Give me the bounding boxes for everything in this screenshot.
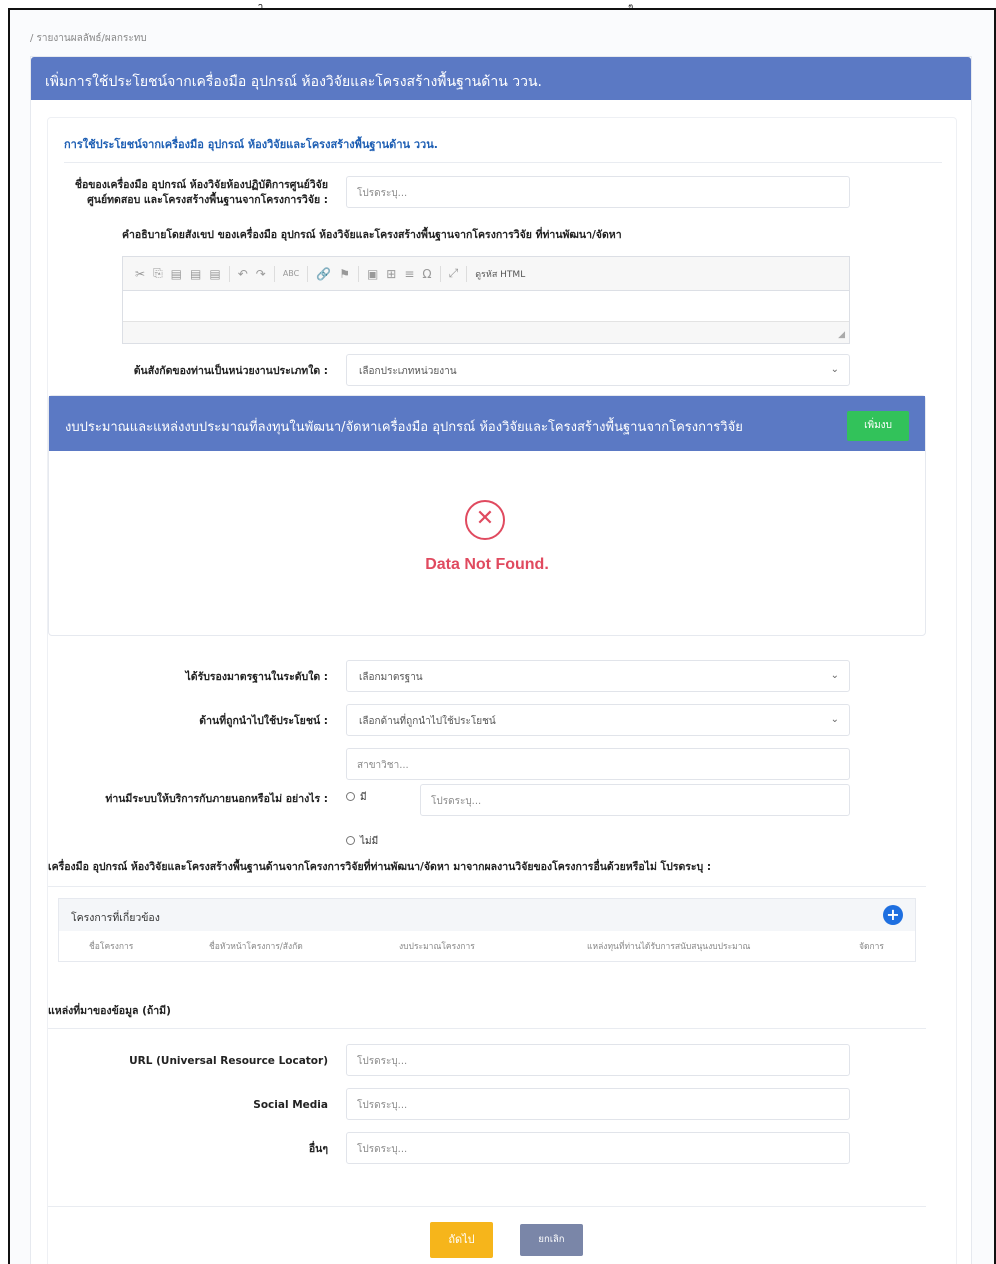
radio-circle-icon xyxy=(346,792,355,801)
standard-value: เลือกมาตรฐาน xyxy=(359,672,423,683)
affiliation-label: ต้นสังกัดของท่านเป็นหน่วยงานประเภทใด : xyxy=(133,365,328,377)
other-label: อื่นๆ xyxy=(308,1143,328,1155)
equipment-name-label-line2: ศูนย์ทดสอบ และโครงสร้างพื้นฐานจากโครงการ… xyxy=(87,194,328,206)
toolbar-separator xyxy=(273,265,275,282)
usage-value: เลือกด้านที่ถูกนำไปใช้ประโยชน์ xyxy=(359,716,496,727)
toolbar-separator xyxy=(228,265,230,282)
service-yes-radio[interactable]: มี xyxy=(346,790,367,805)
service-label: ท่านมีระบบให้บริการกับภายนอกหรือไม่ อย่า… xyxy=(105,793,328,805)
related-projects-header: โครงการที่เกี่ยวข้อง + xyxy=(59,899,915,931)
source-button[interactable]: ดูรหัส HTML xyxy=(475,267,525,281)
branch-input[interactable]: สาขาวิชา... xyxy=(346,748,850,780)
breadcrumb[interactable]: / รายงานผลลัพธ์/ผลกระทบ xyxy=(30,31,147,46)
related-project-question: เครื่องมือ อุปกรณ์ ห้องวิจัยและโครงสร้าง… xyxy=(48,861,712,873)
copy-icon[interactable]: ⎘ xyxy=(153,266,163,281)
standard-select[interactable]: เลือกมาตรฐาน ⌄ xyxy=(346,660,850,692)
undo-icon[interactable]: ↶ xyxy=(238,267,248,281)
paste-text-icon[interactable]: ▤ xyxy=(190,267,201,281)
form-panel: เพิ่มการใช้ประโยชน์จากเครื่องมือ อุปกรณ์… xyxy=(30,56,972,1264)
url-label: URL (Universal Resource Locator) xyxy=(129,1055,328,1067)
affiliation-select[interactable]: เลือกประเภทหน่วยงาน ⌄ xyxy=(346,354,850,386)
special-char-icon[interactable]: Ω xyxy=(422,267,431,281)
equipment-name-label-line1: ชื่อของเครื่องมือ อุปกรณ์ ห้องวิจัยห้องป… xyxy=(74,179,328,191)
social-media-label: Social Media xyxy=(253,1099,328,1111)
link-icon[interactable]: 🔗 xyxy=(316,267,331,281)
column-header: ชื่อหัวหน้าโครงการ/สังกัด xyxy=(209,942,303,952)
divider xyxy=(48,1206,926,1207)
related-projects-title: โครงการที่เกี่ยวข้อง xyxy=(71,912,160,924)
toolbar-separator xyxy=(466,265,468,282)
editor-statusbar: ◢ xyxy=(123,321,849,343)
service-detail-input[interactable]: โปรดระบุ... xyxy=(420,784,850,816)
chevron-down-icon: ⌄ xyxy=(830,364,839,375)
section-title: การใช้ประโยชน์จากเครื่องมือ อุปกรณ์ ห้อง… xyxy=(64,138,438,151)
chevron-down-icon: ⌄ xyxy=(830,670,839,681)
equipment-name-input[interactable]: โปรดระบุ... xyxy=(346,176,850,208)
service-no-label: ไม่มี xyxy=(360,836,379,847)
divider xyxy=(48,1028,926,1029)
redo-icon[interactable]: ↷ xyxy=(256,267,266,281)
column-header: งบประมาณโครงการ xyxy=(399,942,475,952)
table-icon[interactable]: ⊞ xyxy=(386,267,396,281)
add-budget-button[interactable]: เพิ่มงบ xyxy=(847,411,909,441)
column-header: จัดการ xyxy=(859,942,884,952)
budget-title: งบประมาณและแหล่งงบประมาณที่ลงทุนในพัฒนา/… xyxy=(65,420,743,435)
social-media-input[interactable]: โปรดระบุ... xyxy=(346,1088,850,1120)
description-label: คำอธิบายโดยสังเขป ของเครื่องมือ อุปกรณ์ … xyxy=(122,229,622,241)
related-projects-table: โครงการที่เกี่ยวข้อง + ชื่อโครงการ ชื่อห… xyxy=(58,898,916,962)
image-icon[interactable]: ▣ xyxy=(367,267,378,281)
url-input[interactable]: โปรดระบุ... xyxy=(346,1044,850,1076)
toolbar-separator xyxy=(357,265,359,282)
empty-state-text: Data Not Found. xyxy=(425,556,549,573)
divider xyxy=(48,886,926,887)
editor-toolbar: ✂ ⎘ ▤ ▤ ▤ ↶ ↷ ABC 🔗 ⚑ ▣ ⊞ ≡ Ω ⤢ ดูรหัส H… xyxy=(123,257,849,291)
rich-text-editor[interactable]: ✂ ⎘ ▤ ▤ ▤ ↶ ↷ ABC 🔗 ⚑ ▣ ⊞ ≡ Ω ⤢ ดูรหัส H… xyxy=(122,256,850,344)
paste-word-icon[interactable]: ▤ xyxy=(209,267,220,281)
horizontal-line-icon[interactable]: ≡ xyxy=(404,267,414,281)
affiliation-value: เลือกประเภทหน่วยงาน xyxy=(359,366,457,377)
standard-label: ได้รับรองมาตรฐานในระดับใด : xyxy=(185,671,329,683)
resize-handle-icon[interactable]: ◢ xyxy=(838,330,845,340)
equipment-name-label: ชื่อของเครื่องมือ อุปกรณ์ ห้องวิจัยห้องป… xyxy=(66,178,328,208)
anchor-icon[interactable]: ⚑ xyxy=(339,267,350,281)
error-circle-icon: ✕ xyxy=(465,500,505,540)
radio-circle-icon xyxy=(346,836,355,845)
toolbar-separator xyxy=(307,265,309,282)
usage-label: ด้านที่ถูกนำไปใช้ประโยชน์ : xyxy=(199,715,328,727)
usage-select[interactable]: เลือกด้านที่ถูกนำไปใช้ประโยชน์ ⌄ xyxy=(346,704,850,736)
toolbar-separator xyxy=(439,265,441,282)
column-header: แหล่งทุนที่ท่านได้รับการสนับสนุนงบประมาณ xyxy=(587,942,751,952)
budget-section: งบประมาณและแหล่งงบประมาณที่ลงทุนในพัฒนา/… xyxy=(48,395,926,636)
spellcheck-icon[interactable]: ABC xyxy=(283,269,299,278)
form-card: การใช้ประโยชน์จากเครื่องมือ อุปกรณ์ ห้อง… xyxy=(47,117,957,1264)
maximize-icon[interactable]: ⤢ xyxy=(449,266,459,281)
next-button[interactable]: ถัดไป xyxy=(430,1222,493,1258)
column-header: ชื่อโครงการ xyxy=(89,942,134,952)
budget-header: งบประมาณและแหล่งงบประมาณที่ลงทุนในพัฒนา/… xyxy=(49,396,925,451)
service-no-radio[interactable]: ไม่มี xyxy=(346,834,378,849)
panel-title: เพิ่มการใช้ประโยชน์จากเครื่องมือ อุปกรณ์… xyxy=(31,57,971,100)
other-input[interactable]: โปรดระบุ... xyxy=(346,1132,850,1164)
paste-icon[interactable]: ▤ xyxy=(171,267,182,281)
chevron-down-icon: ⌄ xyxy=(830,714,839,725)
cut-icon[interactable]: ✂ xyxy=(135,267,145,281)
cancel-button[interactable]: ยกเลิก xyxy=(520,1224,583,1256)
divider xyxy=(64,162,942,163)
sources-title: แหล่งที่มาของข้อมูล (ถ้ามี) xyxy=(48,1005,171,1017)
service-yes-label: มี xyxy=(360,792,367,803)
add-project-button[interactable]: + xyxy=(883,905,903,925)
